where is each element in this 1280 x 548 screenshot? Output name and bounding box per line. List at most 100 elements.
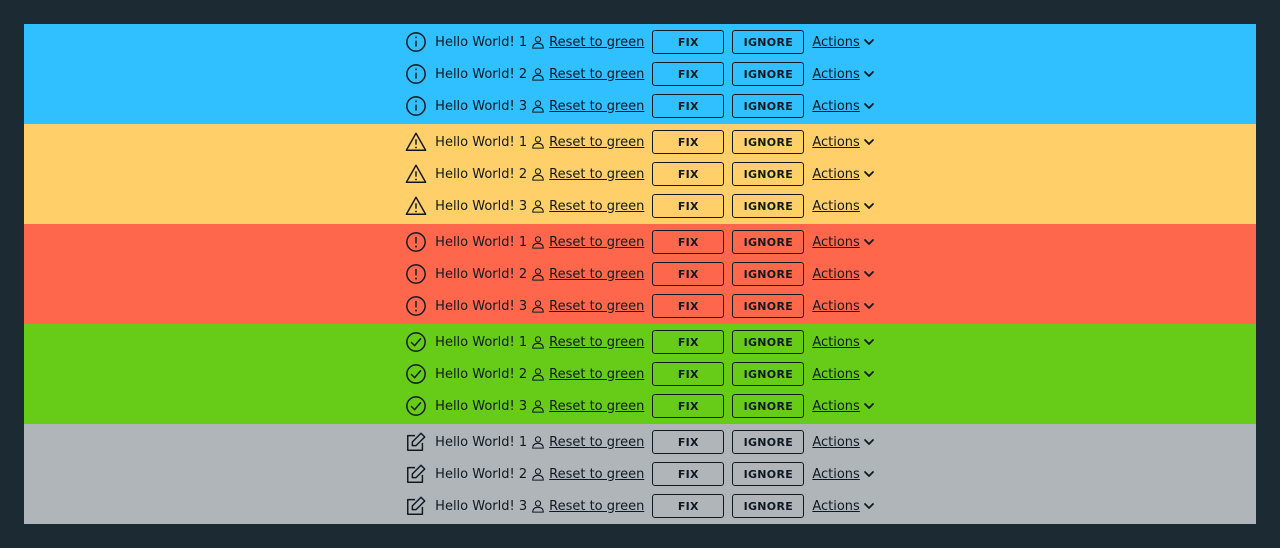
reset-to-green-link[interactable]: Reset to green — [531, 335, 644, 350]
fix-button[interactable]: FIX — [652, 262, 725, 286]
actions-label: Actions — [812, 434, 860, 450]
reset-to-green-label: Reset to green — [549, 98, 645, 114]
actions-dropdown[interactable]: Actions — [812, 67, 875, 82]
ignore-button[interactable]: IGNORE — [732, 462, 805, 486]
reset-to-green-link[interactable]: Reset to green — [531, 199, 644, 214]
reset-to-green-link[interactable]: Reset to green — [531, 367, 644, 382]
actions-dropdown[interactable]: Actions — [812, 499, 875, 514]
reset-to-green-link[interactable]: Reset to green — [531, 267, 644, 282]
reset-to-green-link[interactable]: Reset to green — [531, 167, 644, 182]
fix-button[interactable]: FIX — [652, 162, 725, 186]
info-circle-icon — [405, 31, 427, 53]
alert-message: Hello World! 3 — [435, 298, 528, 314]
ignore-button[interactable]: IGNORE — [732, 162, 805, 186]
edit-icon — [405, 431, 427, 453]
ignore-button[interactable]: IGNORE — [732, 194, 805, 218]
alert-message: Hello World! 1 — [435, 134, 528, 150]
ignore-button[interactable]: IGNORE — [732, 430, 805, 454]
actions-dropdown[interactable]: Actions — [812, 135, 875, 150]
alert-row: Hello World! 3 Reset to green FIX IGNORE Act… — [24, 190, 1256, 222]
reset-to-green-link[interactable]: Reset to green — [531, 235, 644, 250]
fix-button[interactable]: FIX — [652, 230, 725, 254]
alert-message: Hello World! 3 — [435, 398, 528, 414]
chevron-down-icon — [860, 436, 875, 448]
actions-dropdown[interactable]: Actions — [812, 167, 875, 182]
alert-message: Hello World! 3 — [435, 498, 528, 514]
reset-to-green-link[interactable]: Reset to green — [531, 435, 644, 450]
reset-to-green-link[interactable]: Reset to green — [531, 67, 644, 82]
reset-to-green-link[interactable]: Reset to green — [531, 399, 644, 414]
ignore-button[interactable]: IGNORE — [732, 362, 805, 386]
ignore-button[interactable]: IGNORE — [732, 94, 805, 118]
reset-to-green-label: Reset to green — [549, 366, 645, 382]
ignore-button[interactable]: IGNORE — [732, 30, 805, 54]
reset-to-green-link[interactable]: Reset to green — [531, 99, 644, 114]
warning-triangle-icon — [405, 131, 427, 153]
actions-dropdown[interactable]: Actions — [812, 267, 875, 282]
ignore-button[interactable]: IGNORE — [732, 230, 805, 254]
user-icon — [531, 35, 549, 49]
fix-button[interactable]: FIX — [652, 294, 725, 318]
actions-dropdown[interactable]: Actions — [812, 367, 875, 382]
actions-dropdown[interactable]: Actions — [812, 435, 875, 450]
fix-button[interactable]: FIX — [652, 94, 725, 118]
reset-to-green-link[interactable]: Reset to green — [531, 499, 644, 514]
alert-group-info: Hello World! 1 Reset to green FIX IGNORE Act… — [24, 24, 1256, 124]
check-circle-icon — [405, 395, 427, 417]
ignore-button[interactable]: IGNORE — [732, 330, 805, 354]
actions-label: Actions — [812, 34, 860, 50]
alert-message: Hello World! 2 — [435, 66, 528, 82]
ignore-button[interactable]: IGNORE — [732, 394, 805, 418]
chevron-down-icon — [860, 136, 875, 148]
alert-row: Hello World! 3 Reset to green FIX IGNORE Act… — [24, 90, 1256, 122]
alert-row: Hello World! 2 Reset to green FIX IGNORE Act… — [24, 58, 1256, 90]
reset-to-green-label: Reset to green — [549, 466, 645, 482]
actions-dropdown[interactable]: Actions — [812, 399, 875, 414]
fix-button[interactable]: FIX — [652, 30, 725, 54]
actions-dropdown[interactable]: Actions — [812, 35, 875, 50]
reset-to-green-link[interactable]: Reset to green — [531, 35, 644, 50]
actions-dropdown[interactable]: Actions — [812, 335, 875, 350]
reset-to-green-label: Reset to green — [549, 298, 645, 314]
ignore-button[interactable]: IGNORE — [732, 130, 805, 154]
actions-dropdown[interactable]: Actions — [812, 299, 875, 314]
fix-button[interactable]: FIX — [652, 330, 725, 354]
fix-button[interactable]: FIX — [652, 130, 725, 154]
alert-message: Hello World! 1 — [435, 434, 528, 450]
error-circle-icon — [405, 263, 427, 285]
actions-dropdown[interactable]: Actions — [812, 199, 875, 214]
user-icon — [531, 399, 549, 413]
actions-dropdown[interactable]: Actions — [812, 467, 875, 482]
chevron-down-icon — [860, 236, 875, 248]
user-icon — [531, 235, 549, 249]
alert-row: Hello World! 2 Reset to green FIX IGNORE Act… — [24, 158, 1256, 190]
ignore-button[interactable]: IGNORE — [732, 62, 805, 86]
reset-to-green-link[interactable]: Reset to green — [531, 135, 644, 150]
fix-button[interactable]: FIX — [652, 62, 725, 86]
ignore-button[interactable]: IGNORE — [732, 262, 805, 286]
fix-button[interactable]: FIX — [652, 494, 725, 518]
reset-to-green-label: Reset to green — [549, 398, 645, 414]
user-icon — [531, 267, 549, 281]
user-icon — [531, 67, 549, 81]
fix-button[interactable]: FIX — [652, 394, 725, 418]
reset-to-green-label: Reset to green — [549, 198, 645, 214]
alert-row: Hello World! 3 Reset to green FIX IGNORE Act… — [24, 490, 1256, 522]
user-icon — [531, 199, 549, 213]
fix-button[interactable]: FIX — [652, 462, 725, 486]
ignore-button[interactable]: IGNORE — [732, 494, 805, 518]
reset-to-green-link[interactable]: Reset to green — [531, 467, 644, 482]
edit-icon — [405, 463, 427, 485]
alert-row: Hello World! 1 Reset to green FIX IGNORE Act… — [24, 126, 1256, 158]
actions-dropdown[interactable]: Actions — [812, 235, 875, 250]
alert-message: Hello World! 1 — [435, 334, 528, 350]
alert-row: Hello World! 1 Reset to green FIX IGNORE Act… — [24, 326, 1256, 358]
chevron-down-icon — [860, 300, 875, 312]
fix-button[interactable]: FIX — [652, 430, 725, 454]
reset-to-green-link[interactable]: Reset to green — [531, 299, 644, 314]
actions-dropdown[interactable]: Actions — [812, 99, 875, 114]
chevron-down-icon — [860, 336, 875, 348]
ignore-button[interactable]: IGNORE — [732, 294, 805, 318]
fix-button[interactable]: FIX — [652, 362, 725, 386]
fix-button[interactable]: FIX — [652, 194, 725, 218]
